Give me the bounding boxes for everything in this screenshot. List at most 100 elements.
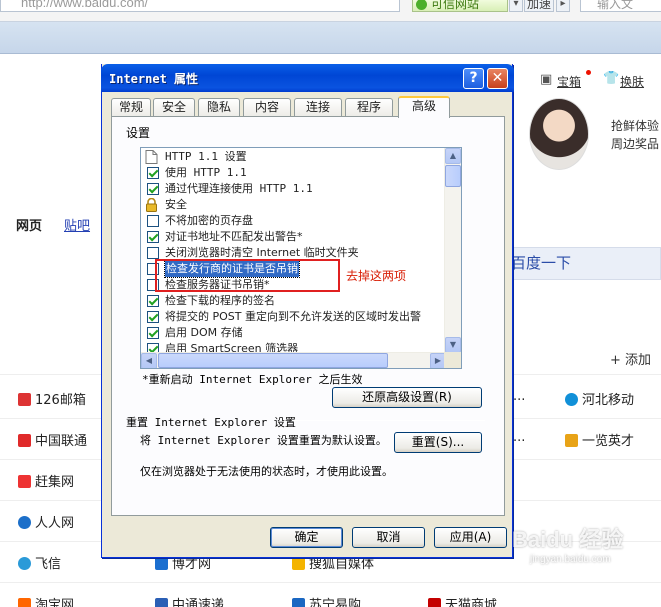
tab-connections[interactable]: 连接 [294,98,342,117]
tab-advanced[interactable]: 高级 [398,96,450,118]
settings-label: 设置 [126,126,151,140]
scroll-thumb[interactable] [445,165,461,187]
tab-general[interactable]: 常规 [111,98,151,117]
site-label: 博才网 [172,557,212,572]
speed-button[interactable]: 加速 [524,0,554,12]
tab-privacy[interactable]: 隐私 [198,98,240,117]
search-button[interactable]: 百度一下 [500,247,661,280]
site-link-hebei-mobile[interactable]: 河北移动 [565,389,634,408]
site-link-suning[interactable]: 苏宁易购 [292,594,361,607]
promo-line-1: 抢鲜体验 [611,119,660,133]
check-icon [416,0,427,10]
scroll-left-button[interactable]: ◀ [141,353,157,368]
ie-icon [155,557,168,570]
site-label: 搜狐自媒体 [309,557,375,572]
site-label: 人人网 [35,516,75,531]
site-link-taobao[interactable]: 淘宝网 [18,594,74,607]
zto-icon [155,598,168,607]
trust-dropdown-button[interactable]: ▾ [509,0,523,12]
site-label: 河北移动 [582,393,635,408]
help-button[interactable]: ? [463,68,484,89]
site-link-126[interactable]: 126邮箱 [18,389,86,408]
vertical-scrollbar[interactable]: ▲ ▼ [444,148,461,353]
yilan-icon [565,434,578,447]
horizontal-scroll-thumb[interactable] [158,353,388,368]
list-item: 安全 [141,197,446,213]
scroll-up-button[interactable]: ▲ [445,148,461,164]
speed-dropdown-button[interactable]: ▸ [556,0,570,12]
watermark-url: jingyan.baidu.com [530,554,611,565]
nav-web[interactable]: 网页 [16,215,42,234]
trust-label: 可信网站 [431,0,480,11]
site-label: 一览英才 [582,434,635,449]
site-link-renren[interactable]: 人人网 [18,512,74,531]
site-link-ganji[interactable]: 赶集网 [18,471,74,490]
checkbox-unchecked[interactable] [147,247,159,259]
tab-content[interactable]: 内容 [243,98,291,117]
netease-icon [18,393,31,406]
site-label: 天猫商城 [445,598,498,607]
apply-button[interactable]: 应用(A) [434,527,507,548]
checkbox-checked[interactable] [147,327,159,339]
speed-label: 加速 [527,0,552,11]
tab-programs[interactable]: 程序 [345,98,393,117]
reset-group-title: 重置 Internet Explorer 设置 [126,416,296,429]
gift-box-icon: ▣ [540,72,553,87]
reset-note: 仅在浏览器处于无法使用的状态时，才使用此设置。 [140,465,393,478]
change-skin-link[interactable]: 换肤 [620,73,644,90]
watermark-logo: Baidu 经验 [512,527,624,552]
add-site-link[interactable]: + 添加 [610,349,651,368]
close-button[interactable]: ✕ [487,68,508,89]
ellipsis-text: ... [513,430,526,445]
annotation-box [155,259,340,292]
tab-security[interactable]: 安全 [153,98,195,117]
reset-description: 将 Internet Explorer 设置重置为默认设置。 [140,434,387,447]
unicom-icon [18,434,31,447]
cancel-button[interactable]: 取消 [352,527,425,548]
restore-advanced-button[interactable]: 还原高级设置(R) [332,387,482,408]
list-item[interactable]: 对证书地址不匹配发出警告* [141,229,446,245]
dialog-titlebar[interactable]: Internet 属性 ? ✕ [101,64,514,92]
checkbox-checked[interactable] [147,183,159,195]
list-item[interactable]: 使用 HTTP 1.1 [141,165,446,181]
checkbox-checked[interactable] [147,295,159,307]
scrollbar-corner [444,352,461,368]
promo-line-2: 周边奖品 [611,137,660,151]
checkbox-unchecked[interactable] [147,215,159,227]
list-item[interactable]: 启用 DOM 存储 [141,325,446,341]
sohu-icon [292,557,305,570]
site-link-zto[interactable]: 中通速递 [155,594,224,607]
trust-badge[interactable]: 可信网站 [412,0,508,12]
advanced-settings-list[interactable]: HTTP 1.1 设置 使用 HTTP 1.1 通过代理连接使用 HTTP 1.… [140,147,462,369]
nav-tieba[interactable]: 贴吧 [64,215,90,234]
avatar[interactable] [529,98,589,170]
browser-tab-strip [0,22,661,54]
suning-icon [292,598,305,607]
ganji-icon [18,475,31,488]
site-link-yilan[interactable]: 一览英才 [565,430,634,449]
horizontal-scrollbar[interactable]: ◀ ▶ [141,352,446,368]
site-link-fetion[interactable]: 飞信 [18,553,61,572]
page-icon [145,150,158,164]
site-link-tmall[interactable]: 天猫商城 [428,594,497,607]
address-bar[interactable]: http://www.baidu.com/ [0,0,400,12]
checkbox-checked[interactable] [147,311,159,323]
treasure-box-link[interactable]: 宝箱 [557,73,581,90]
scroll-down-button[interactable]: ▼ [445,337,461,353]
checkbox-checked[interactable] [147,167,159,179]
group-divider [292,420,485,421]
ok-button[interactable]: 确定 [270,527,343,548]
list-item[interactable]: 通过代理连接使用 HTTP 1.1 [141,181,446,197]
dialog-title: Internet 属性 [109,72,199,86]
list-item[interactable]: 将提交的 POST 重定向到不允许发送的区域时发出警 [141,309,446,325]
reset-button[interactable]: 重置(S)... [394,432,482,453]
ellipsis-text: ... [513,389,526,404]
checkbox-checked[interactable] [147,231,159,243]
browser-search-input[interactable]: 输入文 [580,0,661,12]
list-item[interactable]: 检查下载的程序的签名 [141,293,446,309]
site-label: 126邮箱 [35,393,86,408]
restart-note: *重新启动 Internet Explorer 之后生效 [142,373,363,386]
site-link-unicom[interactable]: 中国联通 [18,430,87,449]
list-item[interactable]: 不将加密的页存盘 [141,213,446,229]
divider [0,582,661,583]
